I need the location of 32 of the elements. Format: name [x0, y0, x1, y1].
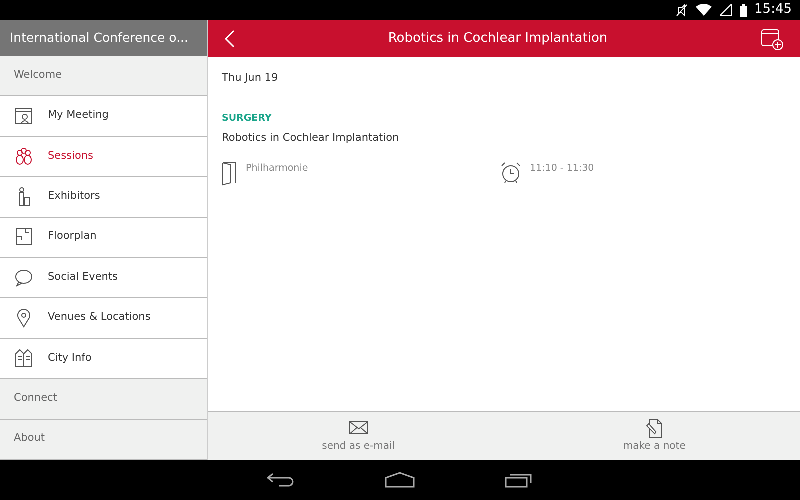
- action-button[interactable]: send as e-mail: [312, 414, 406, 458]
- room-name: Philharmonie: [246, 162, 308, 176]
- session-title: Robotics in Cochlear Implantation: [222, 132, 400, 144]
- buildings-icon: [14, 348, 34, 368]
- battery-icon: [740, 4, 747, 16]
- action-button[interactable]: make a note: [613, 414, 696, 458]
- calendar-add-icon: [760, 26, 784, 51]
- recent-apps-icon[interactable]: [505, 472, 533, 488]
- note-pen-icon: [644, 418, 665, 438]
- door-icon: [222, 162, 238, 186]
- people-icon: [14, 146, 34, 166]
- session-category: SURGERY: [222, 112, 272, 124]
- clock-time: 15:45: [754, 1, 792, 20]
- calendar-person-icon: [14, 106, 34, 126]
- floorplan-icon: [14, 227, 34, 248]
- back-nav-icon[interactable]: [267, 472, 295, 488]
- speech-bubble-icon: [14, 268, 34, 288]
- wifi-icon: [696, 4, 712, 16]
- app-title: International Conference o...: [10, 28, 189, 47]
- mute-icon: [676, 4, 688, 16]
- page-title: Robotics in Cochlear Implantation: [388, 30, 608, 46]
- signal-icon: [720, 4, 732, 16]
- menu-section[interactable]: Connect: [0, 379, 207, 420]
- home-icon[interactable]: [385, 472, 415, 488]
- menu-item[interactable]: Floorplan: [0, 218, 207, 258]
- menu-section[interactable]: About: [0, 420, 207, 460]
- menu-section[interactable]: Welcome: [0, 56, 207, 96]
- back-icon: [224, 29, 236, 50]
- session-time: 11:10 - 11:30: [530, 162, 594, 176]
- session-date: Thu Jun 19: [222, 71, 278, 86]
- alarm-clock-icon: [500, 162, 522, 184]
- menu-item[interactable]: Sessions: [0, 136, 207, 178]
